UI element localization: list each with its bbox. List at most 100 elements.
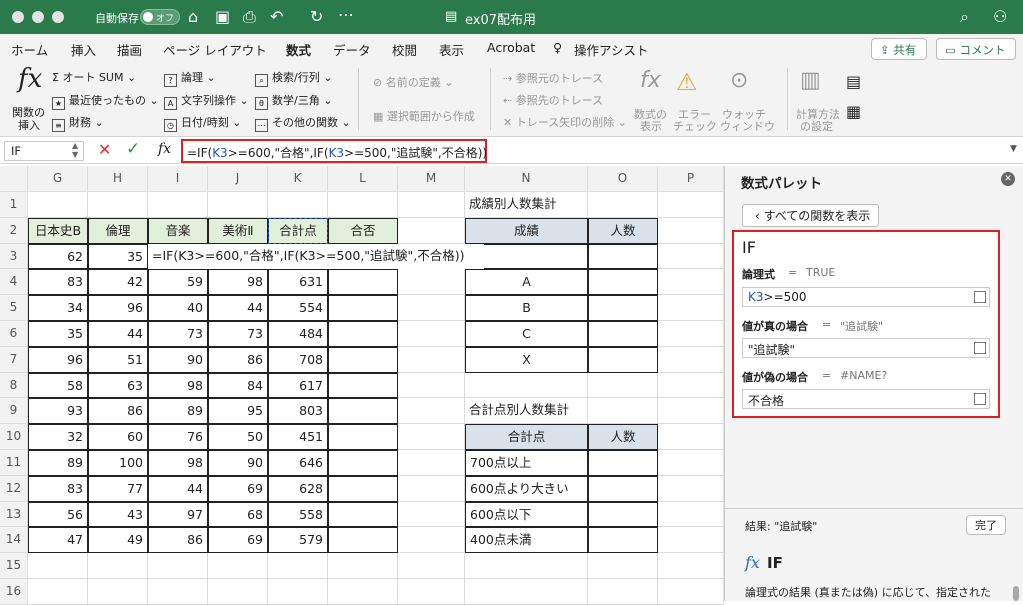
grid-cell[interactable] [398, 295, 465, 321]
table-cell[interactable]: 44 [88, 321, 148, 347]
table-cell[interactable]: 68 [208, 501, 268, 528]
row-header[interactable]: 7 [0, 346, 28, 373]
column-header[interactable]: L [328, 166, 398, 192]
autosum-button[interactable]: Σ オート SUM ⌄ [52, 69, 136, 85]
tab-insert[interactable]: 挿入 [71, 40, 96, 59]
grid-cell[interactable] [658, 346, 724, 373]
row-header[interactable]: 4 [0, 269, 28, 296]
row-header[interactable]: 11 [0, 450, 28, 476]
redo-icon[interactable]: ↻ [310, 7, 323, 26]
row-header[interactable]: 14 [0, 527, 28, 554]
tab-draw[interactable]: 描画 [117, 40, 142, 59]
more-functions-button[interactable]: ⋯ その他の関数 ⌄ [255, 114, 351, 132]
grid-cell[interactable] [658, 424, 724, 450]
palette-scrollbar[interactable] [1013, 586, 1019, 601]
expand-formula-bar-icon[interactable]: ▼ [1010, 144, 1017, 154]
table-cell[interactable]: 554 [268, 295, 328, 321]
table-cell[interactable]: 803 [268, 398, 328, 425]
table-cell[interactable]: 95 [208, 398, 268, 425]
grid-cell[interactable] [398, 553, 465, 579]
table-cell[interactable]: 60 [88, 424, 148, 450]
grid-cell[interactable] [588, 372, 658, 399]
grade-table-cell[interactable]: A [465, 269, 588, 296]
score-table-cell[interactable] [588, 475, 658, 502]
search-icon[interactable]: ⌕ [960, 7, 969, 27]
row-header[interactable]: 13 [0, 501, 28, 528]
table-cell[interactable]: 40 [148, 295, 208, 321]
close-window-button[interactable] [12, 11, 24, 23]
tab-page-layout[interactable]: ページ レイアウト [163, 40, 267, 59]
table-cell[interactable]: 98 [208, 269, 268, 296]
row-header[interactable]: 6 [0, 321, 28, 347]
grade-table-cell[interactable]: X [465, 346, 588, 373]
column-header[interactable]: G [28, 166, 88, 192]
grid-cell[interactable] [658, 553, 724, 579]
table-cell[interactable] [328, 321, 398, 347]
table-cell[interactable]: 34 [28, 295, 88, 321]
show-formulas-icon[interactable]: fx [640, 68, 661, 93]
grid-cell[interactable] [658, 192, 724, 218]
done-button[interactable]: 完了 [966, 515, 1006, 535]
table-header[interactable]: 倫理 [88, 217, 148, 244]
table-cell[interactable]: 484 [268, 321, 328, 347]
grid-cell[interactable] [398, 321, 465, 347]
table-cell[interactable]: 96 [88, 295, 148, 321]
column-header[interactable]: I [148, 166, 208, 192]
grid-cell[interactable] [398, 527, 465, 554]
grid-cell[interactable] [658, 475, 724, 502]
row-header[interactable]: 5 [0, 295, 28, 321]
close-palette-icon[interactable]: ✕ [1001, 172, 1015, 186]
grid-cell[interactable] [658, 295, 724, 321]
table-cell[interactable]: 98 [148, 372, 208, 399]
more-icon[interactable]: ⋯ [338, 5, 354, 24]
recent-functions-button[interactable]: ★ 最近使ったもの ⌄ [52, 92, 159, 110]
table-cell[interactable] [328, 295, 398, 321]
error-check-icon[interactable]: ⚠ [676, 68, 698, 96]
table-cell[interactable] [328, 372, 398, 399]
save-icon[interactable]: ▣ [215, 7, 230, 26]
grade-table-header[interactable]: 成績 [465, 217, 588, 244]
table-cell[interactable]: 47 [28, 527, 88, 554]
table-cell[interactable]: 646 [268, 450, 328, 476]
grade-table-header[interactable]: 人数 [588, 217, 658, 244]
name-box-stepper-icon[interactable]: ▲ ▼ [72, 141, 78, 159]
grid-cell[interactable] [658, 527, 724, 554]
tab-acrobat[interactable]: Acrobat [487, 40, 535, 55]
column-header[interactable]: M [398, 166, 465, 192]
trace-dependents-button[interactable]: ⇠ 参照先のトレース [503, 92, 603, 108]
table-cell[interactable]: 617 [268, 372, 328, 399]
table-cell[interactable]: 96 [28, 346, 88, 373]
cancel-icon[interactable]: ✕ [98, 140, 111, 159]
table-cell[interactable]: 90 [148, 346, 208, 373]
grade-table-cell[interactable]: B [465, 295, 588, 321]
grid-cell[interactable] [658, 450, 724, 476]
grade-table-cell[interactable] [588, 346, 658, 373]
grade-table-cell[interactable] [588, 243, 658, 270]
table-cell[interactable]: 84 [208, 372, 268, 399]
row-header[interactable]: 3 [0, 243, 28, 270]
undo-icon[interactable]: ↶ [270, 7, 283, 26]
table-cell[interactable]: 628 [268, 475, 328, 502]
row-header[interactable]: 1 [0, 192, 28, 218]
arg3-input[interactable]: 不合格 [742, 389, 990, 409]
table-cell[interactable]: 83 [28, 475, 88, 502]
insert-function-fx-icon[interactable]: fx [158, 141, 171, 157]
table-cell[interactable]: 62 [28, 243, 88, 270]
table-cell[interactable]: 93 [28, 398, 88, 425]
tab-formulas[interactable]: 数式 [286, 40, 312, 65]
account-icon[interactable]: ⚇ [993, 7, 1007, 26]
column-header[interactable]: K [268, 166, 328, 192]
text-button[interactable]: A 文字列操作 ⌄ [164, 92, 249, 110]
score-table-cell[interactable]: 700点以上 [465, 450, 588, 476]
table-cell[interactable]: 558 [268, 501, 328, 528]
calculate-now-icon[interactable]: ▤ [846, 72, 861, 91]
table-cell[interactable]: 579 [268, 527, 328, 554]
calc-options-icon[interactable]: ▥ [800, 68, 821, 93]
grid-cell[interactable] [208, 553, 268, 579]
table-cell[interactable]: 89 [28, 450, 88, 476]
arg2-input[interactable]: "追試験" [742, 338, 990, 358]
row-header[interactable]: 9 [0, 398, 28, 425]
range-picker-icon[interactable] [974, 393, 986, 405]
table-cell[interactable]: 51 [88, 346, 148, 373]
grid-cell[interactable] [268, 553, 328, 579]
